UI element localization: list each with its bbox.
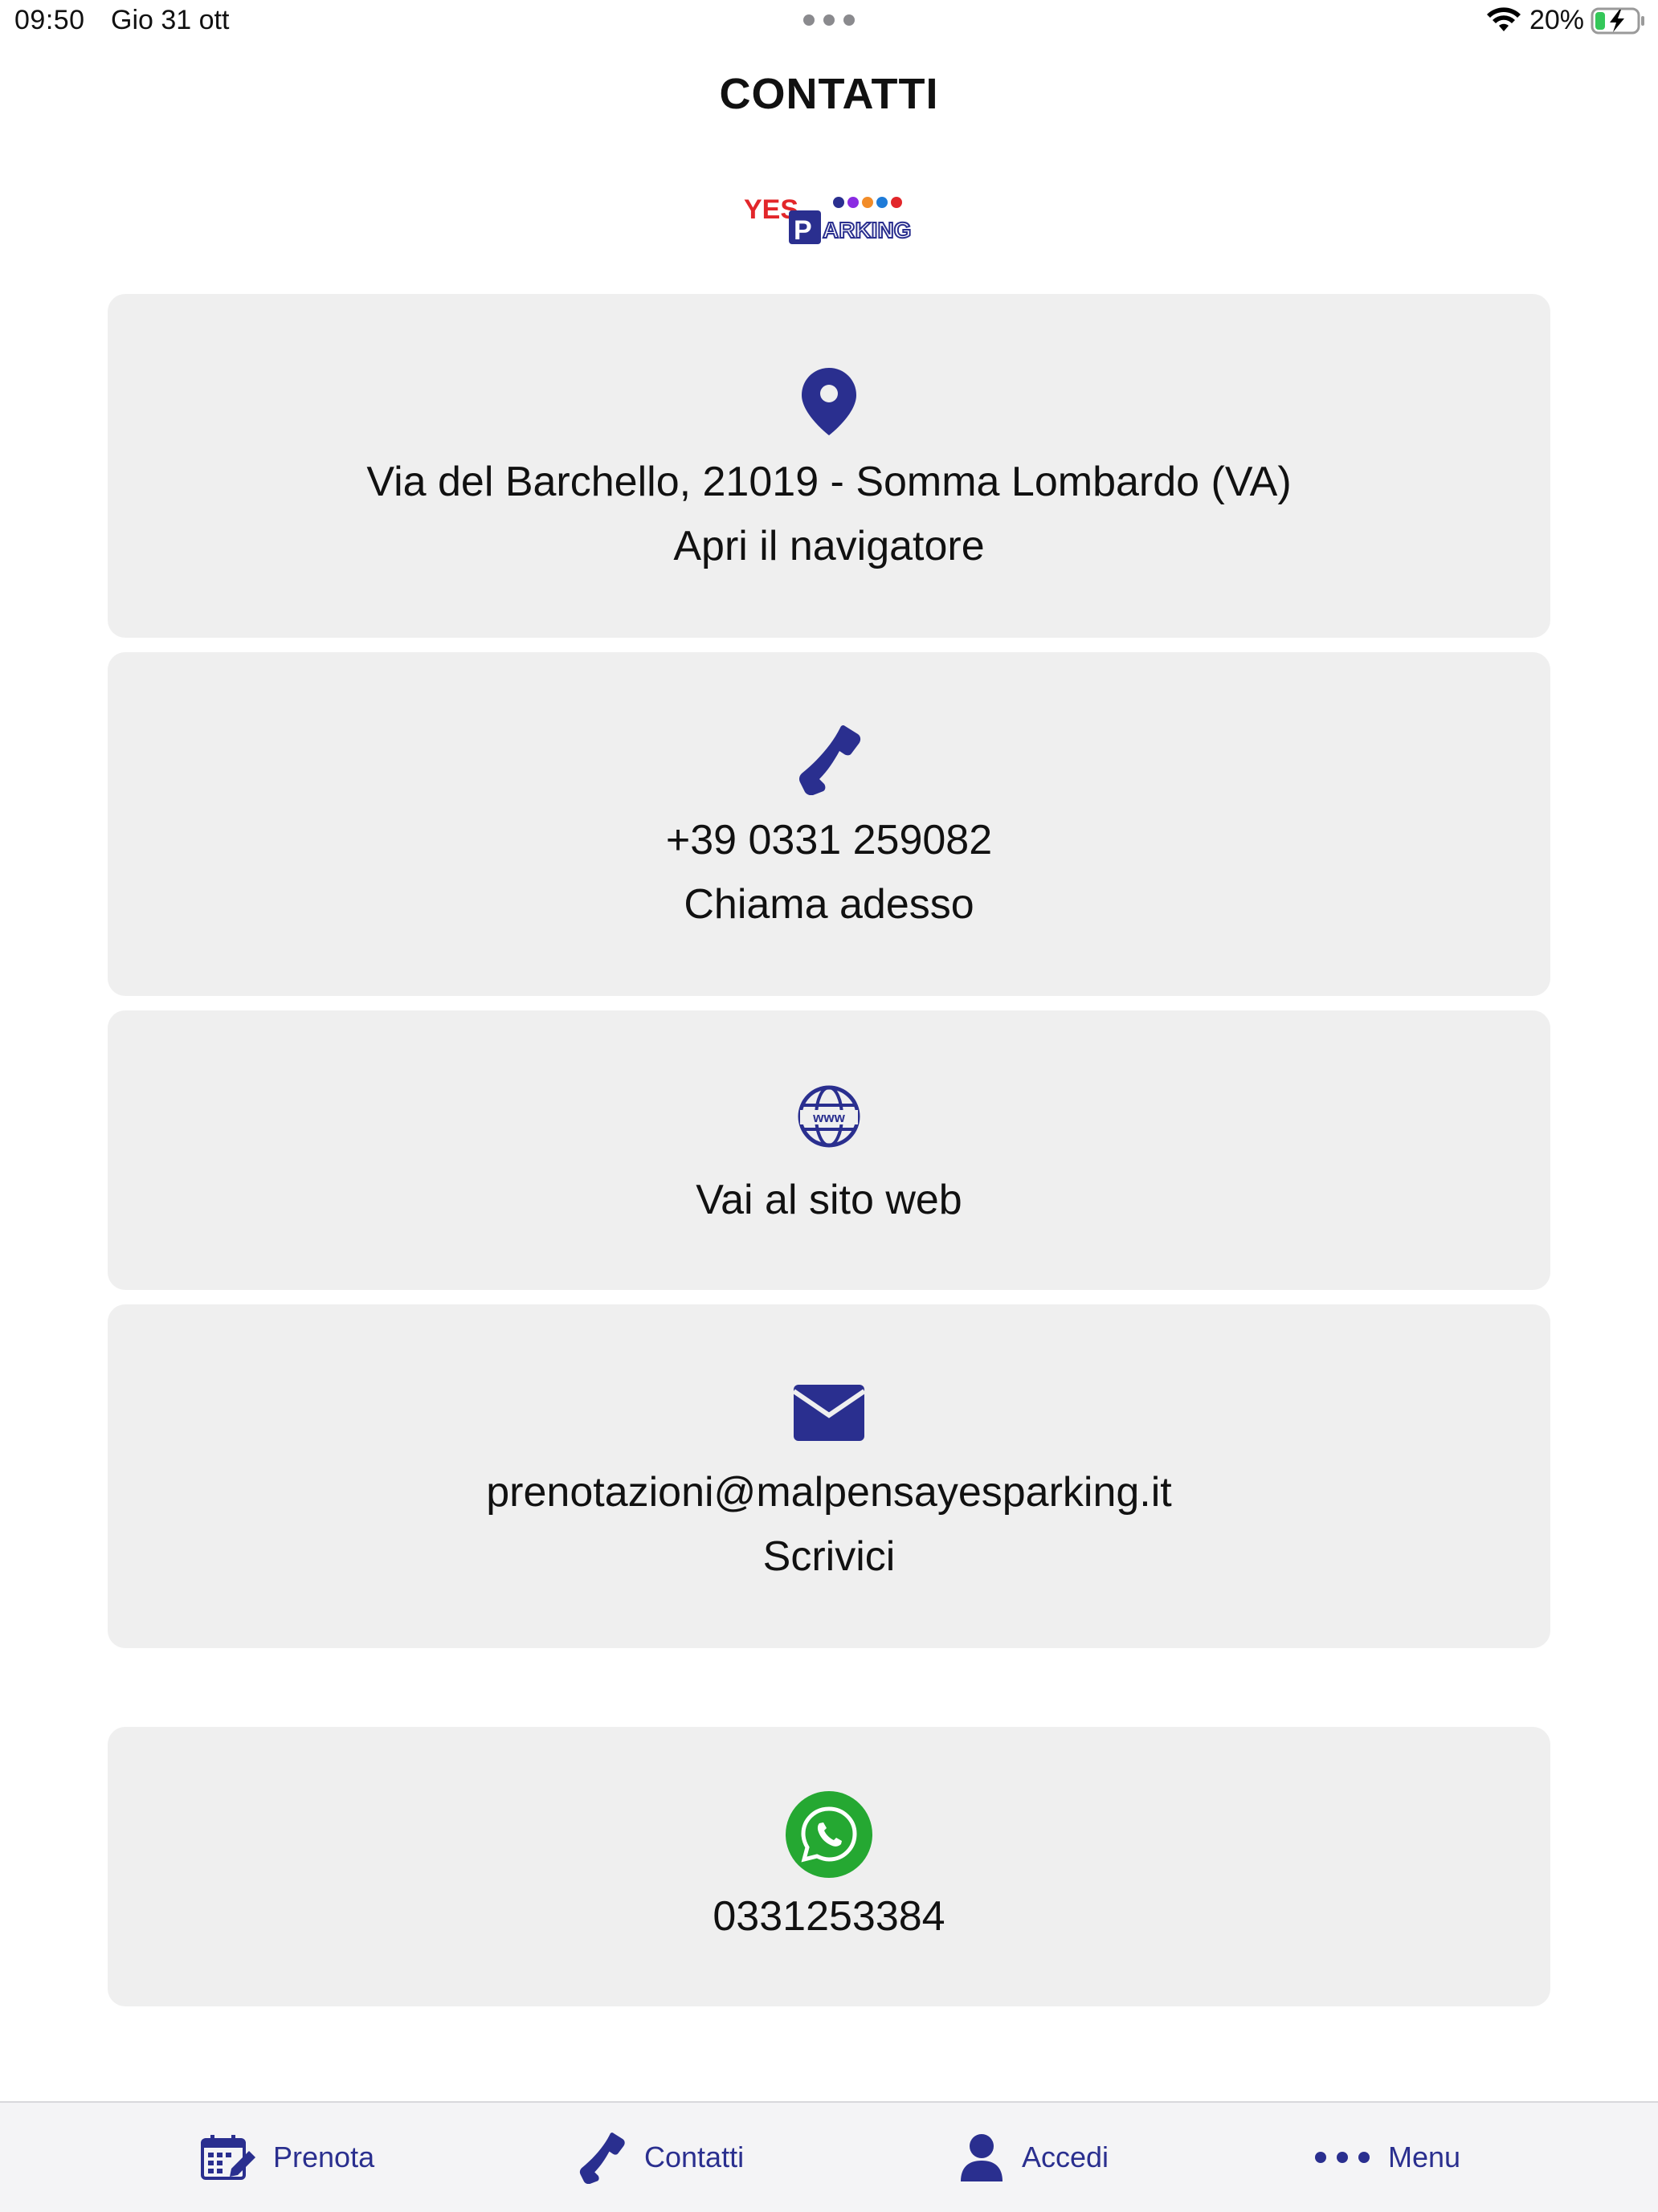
phone-number: +39 0331 259082	[665, 817, 993, 863]
phone-icon	[579, 2132, 625, 2184]
tab-prenota-label: Prenota	[273, 2141, 375, 2173]
call-now-link[interactable]: Chiama adesso	[108, 880, 1550, 928]
whatsapp-number[interactable]: 0331253384	[108, 1892, 1550, 1941]
whatsapp-icon	[786, 1791, 872, 1878]
go-to-website-link[interactable]: Vai al sito web	[108, 1176, 1550, 1224]
bottom-tab-bar: Prenota Contatti Accedi Menu	[0, 2101, 1658, 2212]
more-dots-icon	[1315, 2152, 1370, 2163]
address-card[interactable]: Via del Barchello, 21019 - Somma Lombard…	[108, 294, 1550, 638]
page-title: CONTATTI	[719, 70, 939, 118]
wifi-icon	[1486, 6, 1521, 31]
whatsapp-card[interactable]: 0331253384	[108, 1727, 1550, 2006]
website-card[interactable]: www Vai al sito web	[108, 1010, 1550, 1290]
svg-text:www: www	[812, 1110, 845, 1125]
map-pin-icon	[802, 368, 856, 435]
open-navigator-link[interactable]: Apri il navigatore	[108, 522, 1550, 570]
svg-text:P: P	[794, 215, 812, 246]
address-text: Via del Barchello, 21019 - Somma Lombard…	[366, 459, 1292, 505]
status-date: Gio 31 ott	[111, 5, 230, 35]
write-us-link[interactable]: Scrivici	[108, 1532, 1550, 1581]
email-card[interactable]: prenotazioni@malpensayesparking.it Scriv…	[108, 1304, 1550, 1648]
status-time: 09:50	[14, 5, 85, 35]
yes-parking-logo: YES P ARKING	[744, 194, 912, 246]
tab-prenota[interactable]: Prenota	[199, 2103, 374, 2212]
tab-accedi-label: Accedi	[1022, 2141, 1109, 2173]
tab-contatti-label: Contatti	[644, 2141, 745, 2173]
phone-card[interactable]: +39 0331 259082 Chiama adesso	[108, 652, 1550, 996]
tab-contatti[interactable]: Contatti	[577, 2103, 744, 2212]
multitasking-dots-icon[interactable]	[803, 14, 855, 27]
svg-text:ARKING: ARKING	[823, 218, 911, 243]
tab-menu-label: Menu	[1388, 2141, 1461, 2173]
status-indicators: 20%	[1486, 5, 1647, 36]
user-icon	[961, 2134, 1003, 2181]
phone-icon	[798, 724, 861, 795]
calendar-edit-icon	[201, 2135, 255, 2180]
status-bar: 09:50 Gio 31 ott 20%	[0, 0, 1658, 43]
email-address: prenotazioni@malpensayesparking.it	[486, 1469, 1172, 1516]
tab-accedi[interactable]: Accedi	[959, 2103, 1109, 2212]
battery-percent: 20%	[1529, 5, 1584, 35]
battery-charging-icon	[1591, 7, 1644, 34]
globe-www-icon: www	[798, 1085, 860, 1148]
envelope-icon	[792, 1385, 866, 1441]
tab-menu[interactable]: Menu	[1314, 2103, 1460, 2212]
